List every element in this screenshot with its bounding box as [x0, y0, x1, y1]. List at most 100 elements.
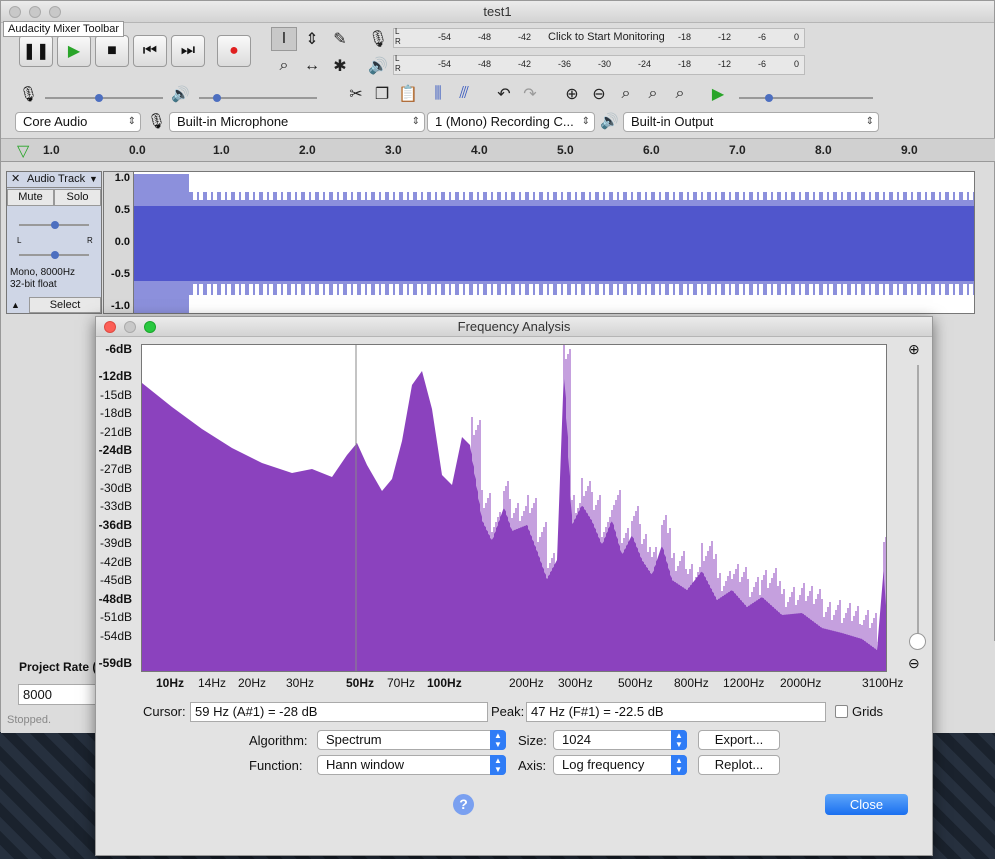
envelope-tool[interactable]: ⇕: [299, 27, 325, 51]
record-button[interactable]: ●: [217, 35, 251, 67]
slider-knob[interactable]: [765, 94, 773, 102]
recording-device-select[interactable]: Built-in Microphone ⇕: [169, 112, 425, 132]
skip-start-button[interactable]: ⏮: [133, 35, 167, 67]
track-info: Mono, 8000Hz 32-bit float: [10, 267, 75, 291]
trim-button[interactable]: ⫼: [425, 82, 451, 106]
dialog-titlebar: Frequency Analysis: [96, 317, 932, 337]
playback-volume-slider[interactable]: [199, 94, 317, 102]
record-meter-button[interactable]: 🎙: [365, 27, 391, 51]
play-speed-slider[interactable]: [739, 94, 873, 102]
axis-label: Axis:: [518, 758, 547, 773]
meter-tick-label: L: [395, 54, 400, 63]
recording-channels-select[interactable]: 1 (Mono) Recording C... ⇕: [427, 112, 595, 132]
size-select[interactable]: 1024 ▲ ▼: [553, 730, 687, 750]
minimize-window-button[interactable]: [29, 6, 41, 18]
close-button[interactable]: Close: [825, 794, 908, 815]
timeline-ruler[interactable]: ▽ 1.0 0.0 1.0 2.0 3.0 4.0 5.0 6.0 7.0 8.0 9.0: [1, 138, 995, 162]
meter-tick-label: Click to Start Monitoring: [548, 31, 665, 43]
track-header: ✕ Audio Track ▼: [7, 172, 101, 188]
play-head-icon[interactable]: ▽: [17, 141, 29, 161]
meter-tick-label: -42: [518, 59, 532, 69]
zoom-window-button[interactable]: [49, 6, 61, 18]
function-select[interactable]: Hann window ▲ ▼: [317, 755, 506, 775]
mute-button[interactable]: Mute: [7, 189, 54, 206]
multi-tool[interactable]: ✱: [327, 54, 353, 78]
slider-knob[interactable]: [213, 94, 221, 102]
collapse-track-icon[interactable]: ▲: [11, 300, 20, 310]
fit-selection-button[interactable]: ⌕: [613, 82, 639, 106]
zoom-toggle-button[interactable]: ⌕: [667, 82, 693, 106]
ruler-time-label: 7.0: [729, 143, 746, 157]
redo-button[interactable]: ↷: [517, 82, 543, 106]
zoom-in-button[interactable]: ⊕: [559, 82, 585, 106]
help-button[interactable]: ?: [453, 794, 474, 815]
slider-knob[interactable]: [95, 94, 103, 102]
audio-host-select[interactable]: Core Audio ⇕: [15, 112, 141, 132]
magnifier-icon: ⌕: [279, 57, 289, 74]
close-window-button[interactable]: [9, 6, 21, 18]
frequency-tick-label: 3100Hz: [862, 676, 904, 690]
grids-checkbox[interactable]: [835, 705, 848, 718]
chevron-up-down-icon: ⇕: [411, 116, 420, 127]
minimize-dialog-button[interactable]: [124, 321, 136, 333]
playback-meter[interactable]: L R -54 -48 -42 -36 -30 -24 -18 -12 -6 0: [393, 54, 805, 75]
chevron-up-down-icon: ⇕: [127, 116, 136, 127]
stop-icon: ■: [107, 42, 117, 59]
frequency-tick-label: 14Hz: [198, 676, 227, 690]
replot-button[interactable]: Replot...: [698, 755, 780, 775]
zoom-out-button[interactable]: ⊖: [586, 82, 612, 106]
select-track-button[interactable]: Select: [29, 297, 101, 313]
track-menu-icon[interactable]: ▼: [89, 172, 98, 187]
gain-slider[interactable]: [19, 221, 89, 229]
skip-end-button[interactable]: ⏭: [171, 35, 205, 67]
axis-select[interactable]: Log frequency ▲ ▼: [553, 755, 687, 775]
play-at-speed-button[interactable]: ▶: [705, 82, 731, 106]
dialog-title: Frequency Analysis: [457, 319, 571, 334]
spectrum-plot[interactable]: [141, 344, 887, 672]
vertical-zoom-knob[interactable]: [909, 633, 926, 650]
cut-button[interactable]: ✂: [343, 82, 369, 106]
slider-knob[interactable]: [51, 251, 59, 259]
stop-button[interactable]: ■: [95, 35, 129, 67]
ruler-time-label: 8.0: [815, 143, 832, 157]
track-close-icon[interactable]: ✕: [11, 172, 20, 187]
meter-tick-label: -6: [758, 59, 767, 69]
db-tick-label: -21dB: [99, 425, 132, 439]
meter-tick-label: -12: [718, 32, 732, 42]
vertical-zoom-slider[interactable]: [917, 365, 919, 647]
zoom-tool[interactable]: ⌕: [271, 54, 297, 78]
play-icon: ▶: [711, 86, 725, 103]
meter-tick-label: -48: [478, 59, 492, 69]
track-name[interactable]: Audio Track: [27, 172, 85, 187]
zoom-dialog-button[interactable]: [144, 321, 156, 333]
play-button[interactable]: ▶: [57, 35, 91, 67]
audio-waveform[interactable]: [133, 171, 975, 314]
close-dialog-button[interactable]: [104, 321, 116, 333]
solo-button[interactable]: Solo: [54, 189, 101, 206]
play-meter-button[interactable]: 🔊: [365, 54, 391, 78]
frequency-tick-label: 10Hz: [156, 676, 185, 690]
time-shift-tool[interactable]: ↔: [299, 54, 325, 78]
speaker-icon: 🔊: [600, 113, 619, 130]
undo-button[interactable]: ↶: [491, 82, 517, 106]
copy-button[interactable]: ❐: [369, 82, 395, 106]
playback-device-select[interactable]: Built-in Output ⇕: [623, 112, 879, 132]
algorithm-select[interactable]: Spectrum ▲ ▼: [317, 730, 506, 750]
zoom-out-icon[interactable]: ⊖: [908, 655, 920, 672]
paste-button[interactable]: 📋: [395, 82, 421, 106]
draw-tool[interactable]: ✎: [327, 27, 353, 51]
slider-knob[interactable]: [51, 221, 59, 229]
project-rate-combo[interactable]: 8000: [18, 684, 96, 705]
redo-icon: ↷: [523, 86, 537, 103]
pause-button[interactable]: ❚❚: [19, 35, 53, 67]
selection-tool[interactable]: I: [271, 27, 297, 51]
zoom-in-icon[interactable]: ⊕: [908, 341, 920, 358]
pan-slider[interactable]: [19, 251, 89, 259]
recording-volume-slider[interactable]: [45, 94, 163, 102]
export-button[interactable]: Export...: [698, 730, 780, 750]
meter-tick-label: 0: [794, 32, 800, 42]
fit-project-button[interactable]: ⌕: [640, 82, 666, 106]
play-icon: ▶: [67, 43, 81, 60]
silence-button[interactable]: ⫻: [451, 82, 477, 106]
record-meter[interactable]: L R -54 -48 -42 Click to Start Monitoring -18 -…: [393, 27, 805, 48]
